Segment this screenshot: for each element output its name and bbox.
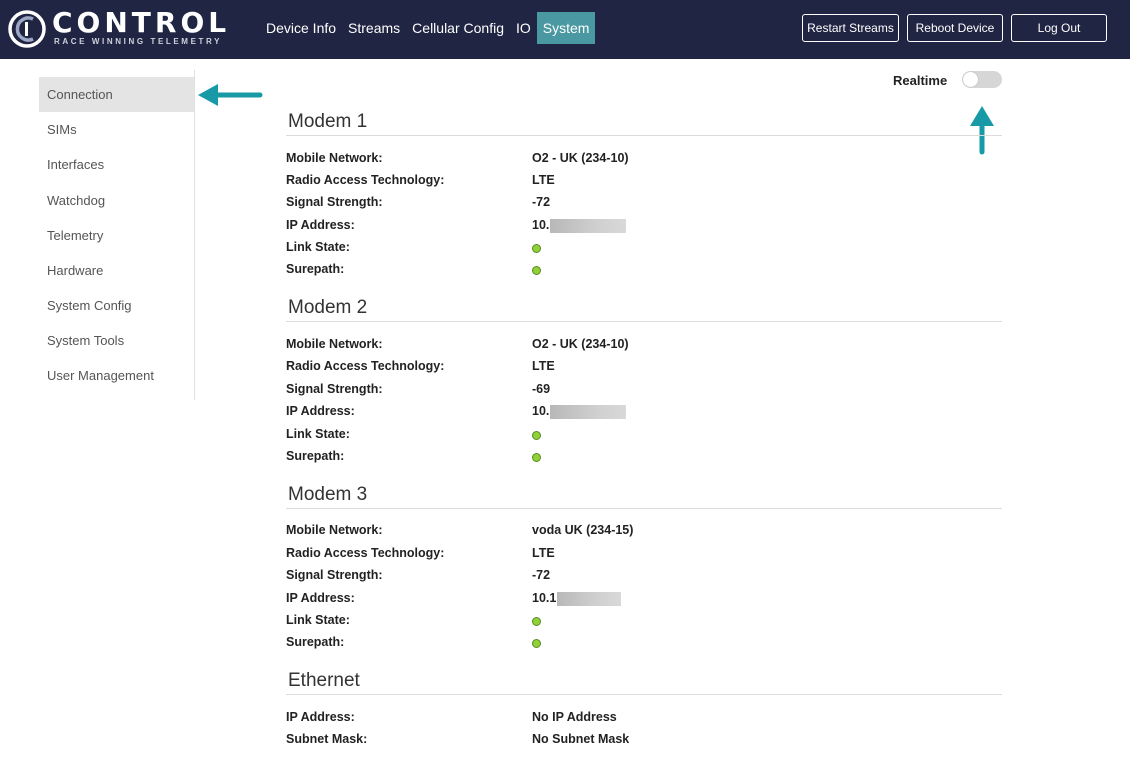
link-state-indicator [532,244,541,253]
surepath-indicator [532,639,541,648]
modem-2-title: Modem 2 [288,297,368,318]
sidebar-item-system-tools[interactable]: System Tools [39,323,194,358]
ip-address-label: IP Address: [286,404,355,418]
signal-strength-label: Signal Strength: [286,568,383,582]
surepath-indicator [532,266,541,275]
rat-value: LTE [532,173,555,187]
nav-device-info[interactable]: Device Info [260,12,342,44]
brand-name: CONTROL [52,6,231,39]
rat-value: LTE [532,359,555,373]
redacted-ip-block [557,591,622,606]
surepath-label: Surepath: [286,449,345,463]
rat-label: Radio Access Technology: [286,546,445,560]
ip-address-label: IP Address: [286,591,355,605]
nav-io[interactable]: IO [510,12,537,44]
mobile-network-label: Mobile Network: [286,337,383,351]
link-state-indicator [532,431,541,440]
mobile-network-label: Mobile Network: [286,151,383,165]
section-divider [286,694,1002,695]
rat-label: Radio Access Technology: [286,173,445,187]
ethernet-ip-value: No IP Address [532,710,617,724]
ip-address-label: IP Address: [286,218,355,232]
mobile-network-value: voda UK (234-15) [532,523,634,537]
surepath-label: Surepath: [286,635,345,649]
restart-streams-button[interactable]: Restart Streams [802,14,899,42]
toggle-knob [963,72,978,87]
up-arrow-annotation-icon [970,106,994,155]
log-out-button[interactable]: Log Out [1011,14,1107,42]
section-divider [286,135,1002,136]
top-navigation-bar: CONTROL RACE WINNING TELEMETRY Device In… [0,0,1130,59]
link-state-label: Link State: [286,613,350,627]
ethernet-title: Ethernet [288,670,360,691]
mobile-network-value: O2 - UK (234-10) [532,151,629,165]
left-arrow-annotation-icon [198,84,263,106]
subnet-mask-label: Subnet Mask: [286,732,368,746]
sidebar-item-connection[interactable]: Connection [39,77,194,112]
subnet-mask-value: No Subnet Mask [532,732,630,746]
ethernet-ip-label: IP Address: [286,710,355,724]
ip-address-value: 10.1 [532,591,622,606]
brand-tagline: RACE WINNING TELEMETRY [54,37,223,46]
control-logo-icon [8,10,46,48]
modem-1-title: Modem 1 [288,111,368,132]
sidebar-menu: Connection SIMs Interfaces Watchdog Tele… [39,70,195,400]
rat-value: LTE [532,546,555,560]
ip-address-text: 10. [532,404,550,418]
sidebar-item-system-config[interactable]: System Config [39,288,194,323]
sidebar-item-sims[interactable]: SIMs [39,112,194,147]
realtime-toggle[interactable] [962,71,1002,88]
link-state-indicator [532,617,541,626]
ip-address-value: 10. [532,218,627,233]
reboot-device-button[interactable]: Reboot Device [907,14,1003,42]
signal-strength-value: -72 [532,195,551,209]
sidebar-item-telemetry[interactable]: Telemetry [39,218,194,253]
mobile-network-label: Mobile Network: [286,523,383,537]
sidebar-item-watchdog[interactable]: Watchdog [39,183,194,218]
surepath-label: Surepath: [286,262,345,276]
main-nav: Device Info Streams Cellular Config IO S… [260,12,596,44]
modem-3-title: Modem 3 [288,484,368,505]
ip-address-value: 10. [532,404,627,419]
ip-address-text: 10. [532,218,550,232]
nav-streams[interactable]: Streams [342,12,406,44]
mobile-network-value: O2 - UK (234-10) [532,337,629,351]
signal-strength-label: Signal Strength: [286,382,383,396]
surepath-indicator [532,453,541,462]
link-state-label: Link State: [286,427,350,441]
redacted-ip-block [550,404,627,419]
ip-address-text: 10.1 [532,591,557,605]
rat-label: Radio Access Technology: [286,359,445,373]
sidebar-item-interfaces[interactable]: Interfaces [39,147,194,182]
sidebar-item-user-management[interactable]: User Management [39,358,194,393]
signal-strength-label: Signal Strength: [286,195,383,209]
nav-system[interactable]: System [536,12,596,44]
redacted-ip-block [550,218,627,233]
section-divider [286,321,1002,322]
link-state-label: Link State: [286,240,350,254]
sidebar-item-hardware[interactable]: Hardware [39,253,194,288]
signal-strength-value: -72 [532,568,551,582]
section-divider [286,508,1002,509]
signal-strength-value: -69 [532,382,551,396]
realtime-label: Realtime [893,73,948,88]
nav-cellular-config[interactable]: Cellular Config [406,12,510,44]
